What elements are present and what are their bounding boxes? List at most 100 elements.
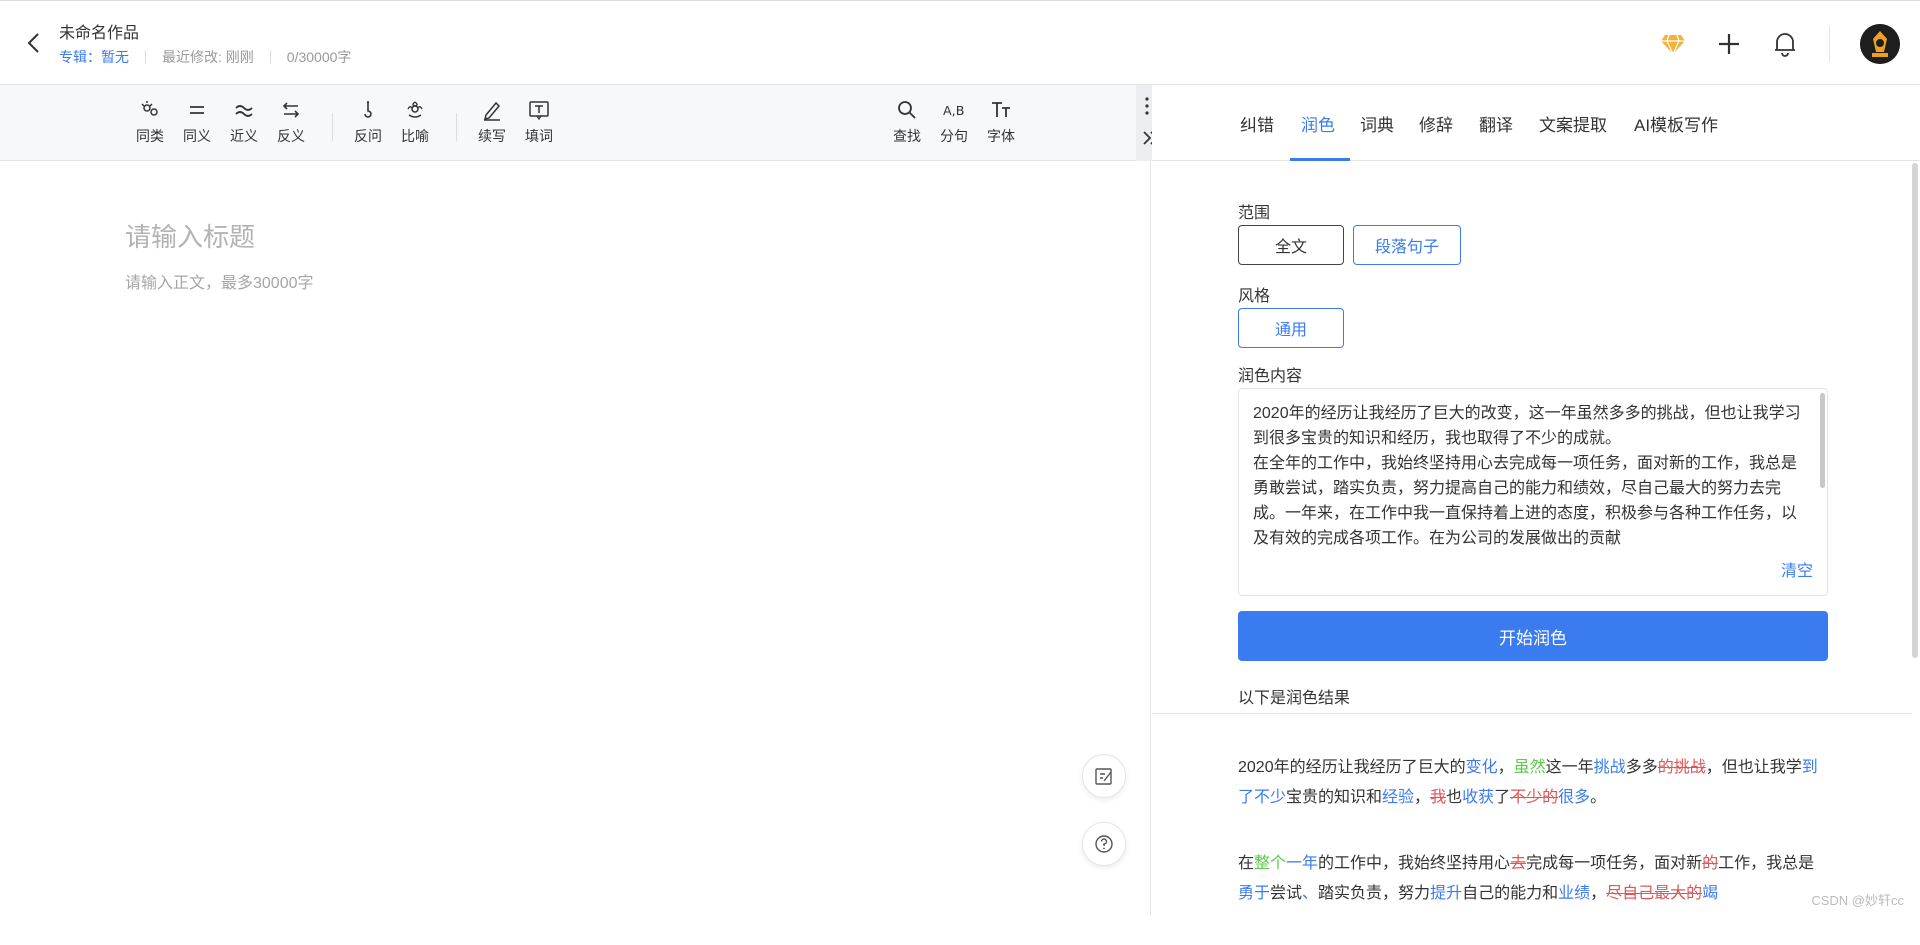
tool-near-synonym[interactable]: 近义 <box>224 99 264 146</box>
tab-copy-extract[interactable]: 文案提取 <box>1539 111 1607 136</box>
divider <box>269 50 271 64</box>
font-size-icon <box>992 102 1010 117</box>
tool-continue-writing[interactable]: 续写 <box>472 99 512 146</box>
tab-ai-template[interactable]: AI模板写作 <box>1634 111 1718 136</box>
swap-arrows-icon <box>282 102 300 118</box>
equals-icon <box>190 106 204 114</box>
document-meta: 专辑：暂无 最近修改: 刚刚 0/30000字 <box>59 47 351 67</box>
inserted-text: 很多 <box>1558 789 1591 806</box>
inserted-text: 、 <box>1302 885 1319 902</box>
tool-font[interactable]: 字体 <box>981 99 1021 146</box>
inserted-text: 竭 <box>1702 885 1719 902</box>
deleted-text: 不少的 <box>1510 789 1559 806</box>
tool-label: 比喻 <box>401 128 429 144</box>
tool-fill-words[interactable]: 填词 <box>519 99 559 146</box>
watermark: CSDN @妙轩cc <box>1811 893 1904 908</box>
body-input[interactable]: 请输入正文，最多30000字 <box>125 269 314 293</box>
scope-label: 范围 <box>1238 205 1271 222</box>
tool-similar[interactable]: 同类 <box>130 99 170 146</box>
tool-find[interactable]: 查找 <box>887 99 927 146</box>
tool-label: 续写 <box>478 128 506 144</box>
inserted-text: 经验 <box>1382 789 1415 806</box>
avatar[interactable] <box>1860 23 1900 64</box>
back-arrow-icon[interactable] <box>24 29 46 57</box>
flower-icon <box>407 101 423 118</box>
toolbar-divider <box>456 113 457 141</box>
result-text: 多多 <box>1625 759 1658 776</box>
divider <box>1152 713 1912 714</box>
word-count: 0/30000字 <box>286 49 352 65</box>
result-text: 工作，我总是 <box>1718 855 1815 872</box>
polish-content-textarea[interactable]: 2020年的经历让我经历了巨大的改变，这一年虽然多多的挑战，但也让我学习到很多宝… <box>1238 388 1828 596</box>
result-text: 这一年 <box>1545 759 1594 776</box>
album-link[interactable]: 专辑：暂无 <box>59 47 129 67</box>
help-button[interactable] <box>1082 822 1126 866</box>
cluster-icon <box>141 101 158 116</box>
result-paragraph: 2020年的经历让我经历了巨大的变化，虽然这一年挑战多多的挑战，但也让我学到了不… <box>1238 753 1828 813</box>
inserted-text: 变化 <box>1465 759 1498 776</box>
result-text: 踏实负责，努力 <box>1318 885 1431 902</box>
inserted-text: 整个 <box>1254 855 1287 872</box>
split-text-icon: A,B <box>943 103 964 118</box>
result-text: 尝试 <box>1270 885 1303 902</box>
editor-area: 请输入标题 请输入正文，最多30000字 <box>0 161 1151 915</box>
search-icon <box>898 101 916 119</box>
textarea-scrollbar[interactable] <box>1820 393 1825 488</box>
scope-option-paragraph[interactable]: 段落句子 <box>1353 225 1461 265</box>
result-text: 2020年的经历让我经历了巨大的 <box>1238 759 1466 776</box>
style-option-general[interactable]: 通用 <box>1238 308 1344 348</box>
tool-metaphor[interactable]: 比喻 <box>395 99 435 146</box>
top-bar: 未命名作品 专辑：暂无 最近修改: 刚刚 0/30000字 <box>0 0 1920 85</box>
tool-label: 填词 <box>525 128 553 144</box>
notes-button[interactable] <box>1082 754 1126 798</box>
polish-result: 2020年的经历让我经历了巨大的变化，虽然这一年挑战多多的挑战，但也让我学到了不… <box>1238 753 1828 945</box>
question-hook-icon <box>364 101 372 118</box>
plus-icon[interactable] <box>1715 30 1743 58</box>
tab-rhetoric[interactable]: 修辞 <box>1419 111 1453 136</box>
result-text: 宝贵的知识和 <box>1286 789 1383 806</box>
tab-polish[interactable]: 润色 <box>1301 111 1335 136</box>
result-text: 了 <box>1494 789 1511 806</box>
inserted-text: 一年 <box>1286 855 1319 872</box>
result-label: 以下是润色结果 <box>1238 690 1351 707</box>
diamond-vip-icon[interactable] <box>1659 30 1687 58</box>
writing-assistant-panel: 纠错 润色 词典 修辞 翻译 文案提取 AI模板写作 范围 全文 段落句子 风格… <box>1152 85 1920 915</box>
result-text: 自己的能力和 <box>1462 885 1559 902</box>
tool-label: 反问 <box>354 128 382 144</box>
tab-translate[interactable]: 翻译 <box>1479 111 1513 136</box>
result-text: ， <box>1497 759 1514 776</box>
result-text: 完成每一项任务，面对新 <box>1526 855 1703 872</box>
result-text: 在 <box>1238 855 1255 872</box>
tool-label: 字体 <box>987 128 1015 144</box>
clear-button[interactable]: 清空 <box>1781 557 1813 581</box>
document-title[interactable]: 未命名作品 <box>59 19 139 43</box>
style-label: 风格 <box>1238 288 1271 305</box>
active-tab-indicator <box>1290 158 1350 161</box>
tool-split-sentence[interactable]: A,B 分句 <box>934 99 974 146</box>
top-right-actions <box>1659 1 1920 86</box>
title-input[interactable]: 请输入标题 <box>125 217 255 254</box>
tool-antonym[interactable]: 反义 <box>271 99 311 146</box>
panel-scrollbar[interactable] <box>1912 163 1918 658</box>
tab-correction[interactable]: 纠错 <box>1240 111 1274 136</box>
scope-option-full-text[interactable]: 全文 <box>1238 225 1344 265</box>
last-modified: 最近修改: 刚刚 <box>162 49 254 65</box>
result-paragraph: 在整个一年的工作中，我始终坚持用心去完成每一项任务，面对新的工作，我总是勇于尝试… <box>1238 849 1828 909</box>
tool-label: 同类 <box>136 128 164 144</box>
inserted-text: 收获 <box>1462 789 1495 806</box>
editor-toolbar: 同类 同义 近义 反义 反问 比喻 续写 填词 查找 A,B 分句 字体 <box>0 85 1152 161</box>
tool-label: 查找 <box>893 128 921 144</box>
result-text: ， <box>1414 789 1431 806</box>
content-label: 润色内容 <box>1238 368 1303 385</box>
tab-dictionary[interactable]: 词典 <box>1360 111 1394 136</box>
tool-label: 反义 <box>277 128 305 144</box>
result-text: ，但也让我学 <box>1705 759 1802 776</box>
help-icon <box>1095 835 1113 853</box>
bell-icon[interactable] <box>1771 30 1799 58</box>
polish-content-text[interactable]: 2020年的经历让我经历了巨大的改变，这一年虽然多多的挑战，但也让我学习到很多宝… <box>1253 401 1807 561</box>
tool-label: 分句 <box>940 128 968 144</box>
tool-synonym[interactable]: 同义 <box>177 99 217 146</box>
tool-rhetorical-question[interactable]: 反问 <box>348 99 388 146</box>
svg-text:A,B: A,B <box>943 103 964 118</box>
start-polish-button[interactable]: 开始润色 <box>1238 611 1828 661</box>
